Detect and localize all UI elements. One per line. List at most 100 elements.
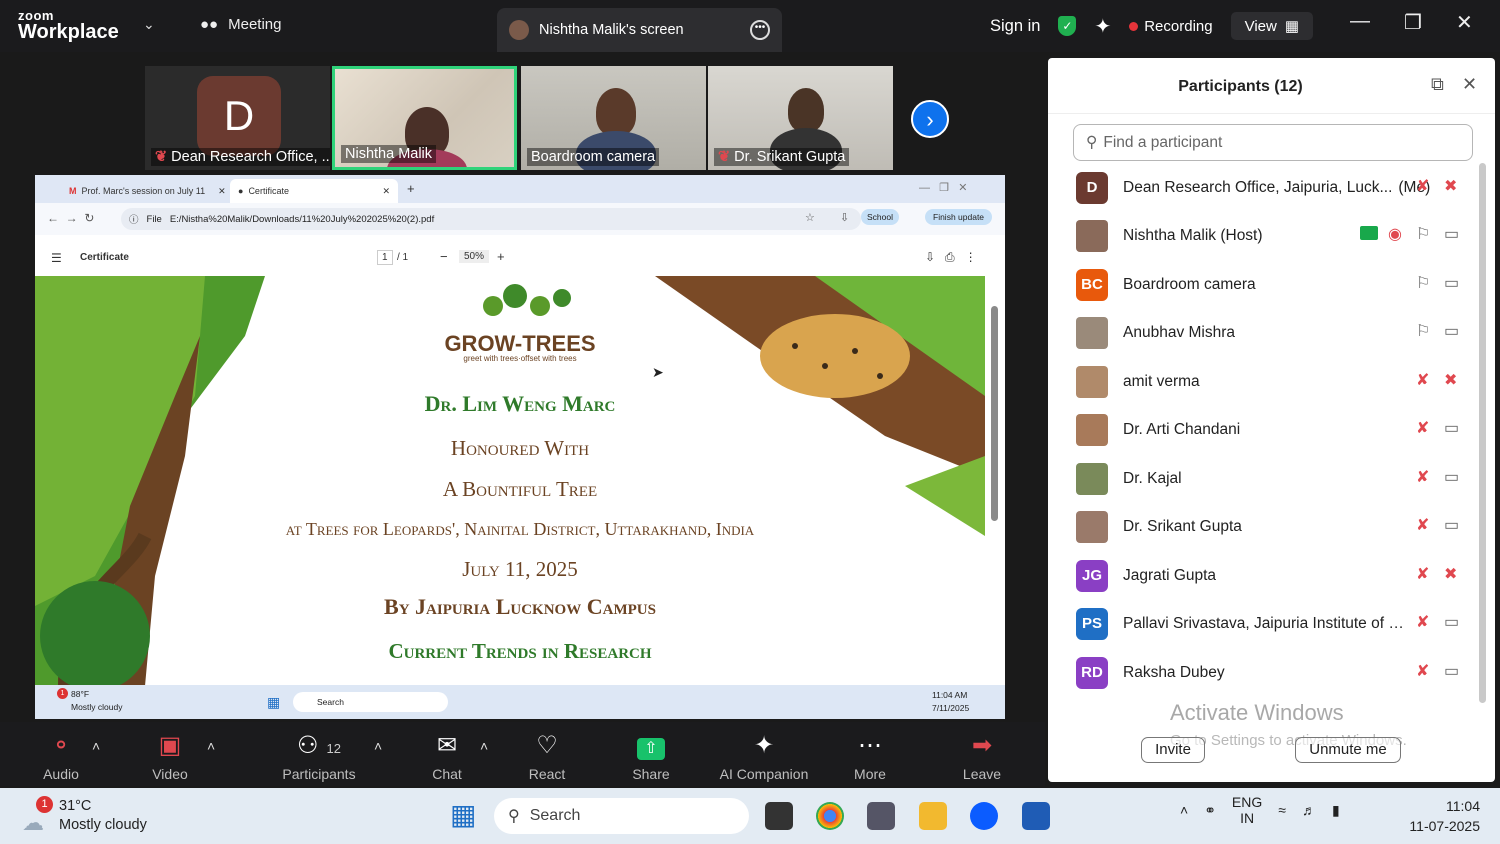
battery-icon[interactable]: ▮ — [1332, 802, 1340, 819]
close-icon[interactable]: ✕ — [1462, 74, 1477, 95]
video-on-icon[interactable]: ▭ — [1444, 273, 1459, 293]
inner-search-box[interactable]: Search — [293, 692, 448, 712]
task-view-icon[interactable] — [765, 802, 793, 830]
close-tab-icon[interactable]: ✕ — [382, 186, 390, 197]
leave-button[interactable]: ➡ Leave — [960, 730, 1004, 782]
zoom-app-icon[interactable] — [970, 802, 998, 830]
download-icon[interactable]: ⇩ — [840, 211, 849, 224]
video-tile-boardroom[interactable]: Boardroom camera — [521, 66, 706, 170]
volume-icon[interactable]: ♬ — [1302, 802, 1316, 818]
page-number-field[interactable]: 1 — [377, 250, 393, 265]
windows-start-icon[interactable]: ▦ — [450, 801, 476, 829]
unmute-me-button[interactable]: Unmute me — [1295, 737, 1401, 763]
windows-start-icon[interactable]: ▦ — [267, 694, 280, 711]
mic-off-icon[interactable]: ✘ — [1416, 418, 1429, 438]
browser-tab-gmail[interactable]: M Prof. Marc's session on July 11 ✕ — [61, 179, 234, 203]
sign-in-button[interactable]: Sign in — [990, 17, 1040, 36]
chat-options-caret-icon[interactable]: ˄ — [480, 738, 488, 754]
video-on-icon[interactable]: ▭ — [1444, 224, 1459, 244]
video-off-icon[interactable]: ✖ — [1444, 176, 1457, 196]
participant-row[interactable]: JG Jagrati Gupta ✘ ✖ — [1076, 556, 1471, 596]
new-tab-icon[interactable]: + — [407, 181, 415, 196]
file-explorer-icon[interactable] — [919, 802, 947, 830]
view-button[interactable]: View ▦ — [1230, 12, 1314, 40]
participant-search-input[interactable]: ⚲ Find a participant — [1073, 124, 1473, 161]
video-options-caret-icon[interactable]: ˄ — [207, 738, 215, 754]
participant-row[interactable]: D Dean Research Office, Jaipuria, Luck...… — [1076, 168, 1471, 208]
pdf-zoom-field[interactable]: 50% — [459, 250, 490, 263]
video-on-icon[interactable]: ▭ — [1444, 661, 1459, 681]
participant-list-scrollbar[interactable] — [1479, 163, 1486, 703]
video-on-icon[interactable]: ▭ — [1444, 321, 1459, 341]
profile-button[interactable]: School — [861, 209, 899, 225]
nav-buttons[interactable]: ← → ↻ — [47, 211, 94, 225]
finish-update-button[interactable]: Finish update — [925, 209, 993, 225]
participant-row[interactable]: Nishtha Malik (Host) ⚐ ▭ ◉ — [1076, 216, 1471, 256]
shield-check-icon[interactable]: ✓ — [1058, 16, 1077, 36]
participant-row[interactable]: PS Pallavi Srivastava, Jaipuria Institute… — [1076, 604, 1471, 644]
ai-sparkle-icon[interactable]: ✦ — [1094, 14, 1111, 39]
video-tile-dean[interactable]: D ❦ Dean Research Office, ... — [145, 66, 330, 170]
star-icon[interactable]: ☆ — [805, 211, 815, 224]
pdf-actions[interactable]: ⇩ ⎙ ⋮ — [925, 250, 977, 265]
chrome-icon[interactable] — [816, 802, 844, 830]
react-button[interactable]: ♡ React — [525, 730, 569, 782]
video-tile-nishtha[interactable]: Nishtha Malik — [332, 66, 517, 170]
video-on-icon[interactable]: ▭ — [1444, 418, 1459, 438]
mic-off-icon[interactable]: ✘ — [1416, 176, 1429, 196]
language-indicator[interactable]: ENG IN — [1232, 794, 1262, 826]
next-page-arrow-icon[interactable]: › — [911, 100, 949, 138]
mic-on-icon[interactable]: ⚐ — [1416, 321, 1430, 341]
video-off-icon[interactable]: ✖ — [1444, 564, 1457, 584]
video-tile-srikant[interactable]: ❦ Dr. Srikant Gupta — [708, 66, 893, 170]
scroll-thumb[interactable] — [991, 306, 998, 521]
participant-row[interactable]: Dr. Kajal ✘ ▭ — [1076, 459, 1471, 499]
participant-row[interactable]: BC Boardroom camera ⚐ ▭ — [1076, 265, 1471, 305]
mic-tray-icon[interactable]: ⚭ — [1204, 802, 1216, 819]
chat-button[interactable]: ✉ Chat — [427, 730, 467, 782]
zoom-out-icon[interactable]: − — [440, 249, 448, 264]
participant-row[interactable]: Anubhav Mishra ⚐ ▭ — [1076, 313, 1471, 353]
screen-share-tab[interactable]: Nishtha Malik's screen ••• — [497, 8, 782, 52]
close-icon[interactable]: ✕ — [1456, 10, 1473, 35]
zoom-workplace-logo[interactable]: zoom Workplace — [18, 9, 119, 42]
mic-on-icon[interactable]: ⚐ — [1416, 224, 1430, 244]
menu-icon[interactable]: ☰ — [51, 251, 62, 265]
ai-companion-button[interactable]: ✦ AI Companion — [712, 730, 816, 782]
mic-off-icon[interactable]: ✘ — [1416, 612, 1429, 632]
participant-row[interactable]: RD Raksha Dubey ✘ ▭ — [1076, 653, 1471, 693]
zoom-in-icon[interactable]: + — [497, 249, 505, 264]
wifi-icon[interactable]: ≈ — [1278, 802, 1286, 818]
mic-off-icon[interactable]: ✘ — [1416, 564, 1429, 584]
word-icon[interactable] — [1022, 802, 1050, 830]
audio-options-caret-icon[interactable]: ˄ — [92, 738, 100, 754]
recording-indicator[interactable]: Recording — [1129, 18, 1213, 35]
meeting-tab[interactable]: ●● Meeting — [200, 16, 282, 33]
invite-button[interactable]: Invite — [1141, 737, 1205, 763]
chevron-up-icon[interactable]: ˄ — [1180, 802, 1188, 818]
chevron-down-icon[interactable]: ⌄ — [143, 16, 155, 33]
restore-icon[interactable]: ❐ — [1404, 10, 1422, 35]
mic-off-icon[interactable]: ✘ — [1416, 370, 1429, 390]
mic-off-icon[interactable]: ✘ — [1416, 515, 1429, 535]
video-off-icon[interactable]: ✖ — [1444, 370, 1457, 390]
mic-off-icon[interactable]: ✘ — [1416, 661, 1429, 681]
video-on-icon[interactable]: ▭ — [1444, 515, 1459, 535]
pdf-scrollbar[interactable] — [985, 276, 1005, 686]
close-tab-icon[interactable]: ✕ — [218, 186, 226, 197]
audio-button[interactable]: ⚬ Audio — [38, 730, 84, 782]
participant-row[interactable]: Dr. Srikant Gupta ✘ ▭ — [1076, 507, 1471, 547]
url-field[interactable]: ⓘ File E:/Nistha%20Malik/Downloads/11%20… — [121, 208, 861, 230]
participant-row[interactable]: Dr. Arti Chandani ✘ ▭ — [1076, 410, 1471, 450]
taskbar-search-box[interactable]: ⚲ Search — [494, 798, 749, 834]
taskbar-clock[interactable]: 11:04 11-07-2025 — [1400, 796, 1480, 836]
popout-icon[interactable]: ⧉ — [1431, 74, 1444, 95]
share-button[interactable]: ⇧ Share — [628, 730, 674, 782]
browser-window-controls[interactable]: — ❐ ✕ — [919, 181, 967, 194]
mic-on-icon[interactable]: ⚐ — [1416, 273, 1430, 293]
scanner-app-icon[interactable] — [867, 802, 895, 830]
participant-row[interactable]: amit verma ✘ ✖ — [1076, 362, 1471, 402]
mic-off-icon[interactable]: ✘ — [1416, 467, 1429, 487]
browser-tab-certificate[interactable]: ● Certificate ✕ — [230, 179, 398, 203]
participants-options-caret-icon[interactable]: ˄ — [374, 738, 382, 754]
